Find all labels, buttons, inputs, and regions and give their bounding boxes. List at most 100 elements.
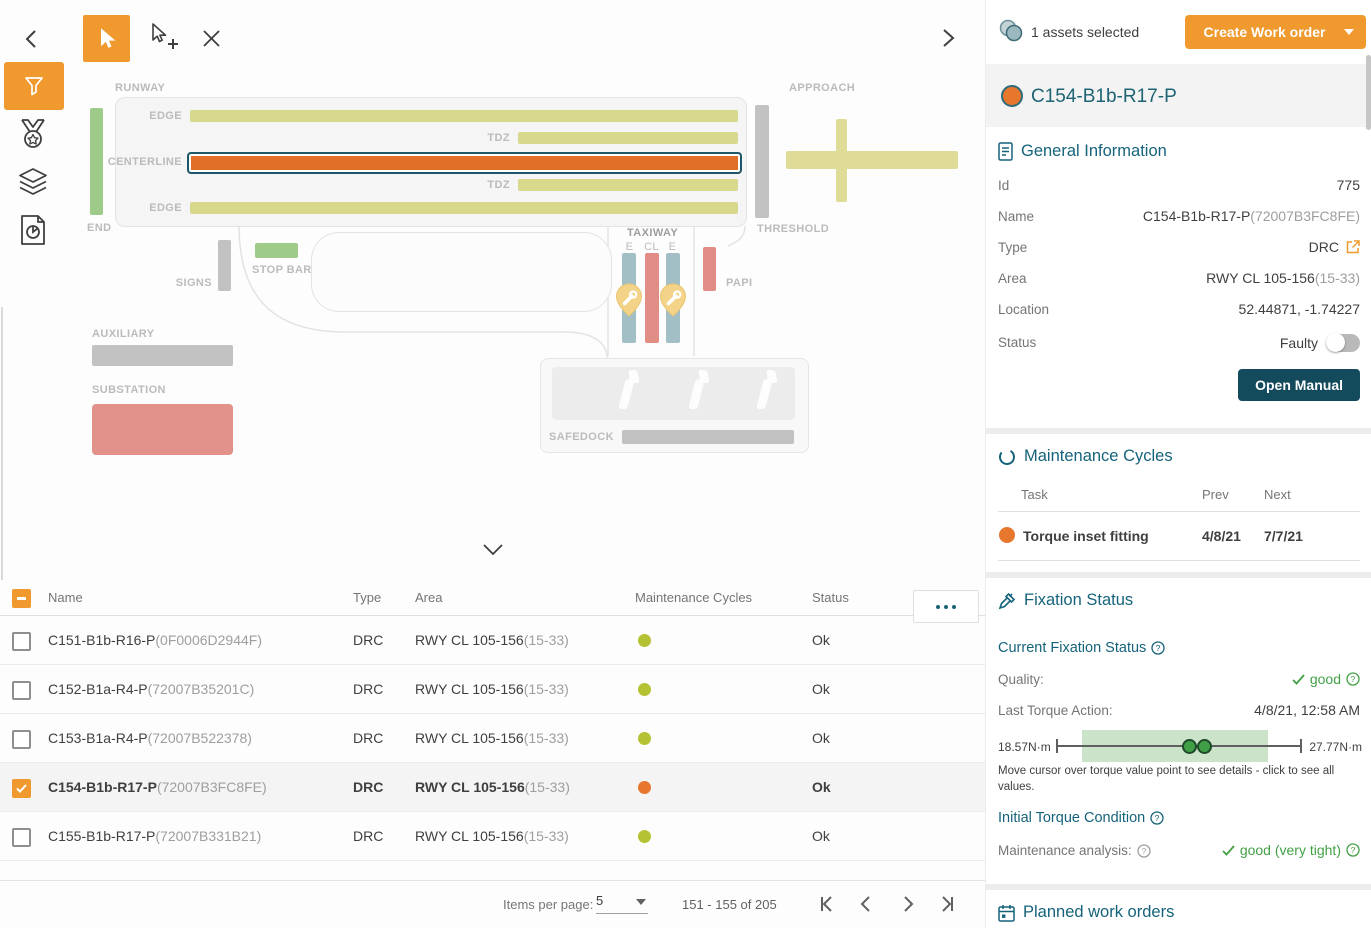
id-value: 775 bbox=[1337, 177, 1360, 193]
items-per-page-select[interactable]: 5 bbox=[596, 893, 648, 914]
help-icon[interactable]: ? bbox=[1150, 811, 1164, 825]
type-value: DRC bbox=[1309, 239, 1339, 255]
threshold-label: THRESHOLD bbox=[757, 223, 829, 235]
taxiway-col-e2-label: E bbox=[665, 241, 680, 253]
layers-tool-button[interactable] bbox=[17, 166, 49, 198]
multi-select-tool-button[interactable] bbox=[148, 22, 178, 54]
open-manual-button[interactable]: Open Manual bbox=[1238, 369, 1360, 401]
help-icon[interactable]: ? bbox=[1151, 641, 1165, 655]
filter-tool-button[interactable] bbox=[4, 62, 64, 110]
cycle-status-dot bbox=[638, 683, 651, 696]
table-row[interactable]: C151-B1b-R16-P(0F0006D2944F) DRC RWY CL … bbox=[0, 616, 985, 665]
stop-bar-asset[interactable] bbox=[255, 243, 298, 258]
badge-tool-button[interactable] bbox=[18, 118, 48, 152]
collapse-panel-button[interactable] bbox=[936, 26, 960, 50]
task-column: Task bbox=[1021, 487, 1048, 502]
asset-area: RWY CL 105-156 bbox=[415, 681, 524, 697]
runway-end-asset[interactable] bbox=[90, 108, 103, 215]
torque-point[interactable] bbox=[1197, 739, 1212, 754]
help-icon[interactable]: ? bbox=[1346, 672, 1360, 686]
col-cycles[interactable]: Maintenance Cycles bbox=[635, 590, 752, 605]
area-suffix: (15-33) bbox=[1315, 270, 1360, 286]
table-row[interactable]: C152-B1a-R4-P(72007B35201C) DRC RWY CL 1… bbox=[0, 665, 985, 714]
select-tool-button[interactable] bbox=[83, 15, 130, 62]
panel-scrollbar[interactable] bbox=[1366, 55, 1371, 130]
tdz-top-asset[interactable] bbox=[518, 132, 738, 144]
row-checkbox[interactable] bbox=[12, 730, 31, 749]
svg-text:?: ? bbox=[1156, 643, 1161, 653]
clear-selection-button[interactable] bbox=[202, 29, 221, 48]
edge-top-asset[interactable] bbox=[190, 110, 738, 122]
screw-icon bbox=[998, 592, 1016, 610]
asset-serial: (72007B3FC8FE) bbox=[157, 779, 267, 795]
caret-down-icon[interactable] bbox=[1344, 29, 1354, 35]
asset-name: C153-B1a-R4-P bbox=[48, 730, 148, 746]
status-toggle[interactable] bbox=[1326, 334, 1360, 352]
asset-status: Ok bbox=[812, 681, 830, 697]
report-tool-button[interactable] bbox=[19, 214, 47, 246]
col-type[interactable]: Type bbox=[353, 590, 381, 605]
safedock-asset[interactable] bbox=[622, 430, 794, 444]
edge-bottom-label: EDGE bbox=[104, 202, 182, 214]
check-icon bbox=[1292, 674, 1305, 685]
row-checkbox[interactable] bbox=[12, 828, 31, 847]
initial-torque-condition-link[interactable]: Initial Torque Condition ? bbox=[998, 810, 1164, 826]
approach-crossbar-asset[interactable] bbox=[786, 151, 958, 169]
asset-type: DRC bbox=[353, 632, 383, 648]
help-icon[interactable]: ? bbox=[1346, 843, 1360, 857]
table-row[interactable]: C155-B1b-R17-P(72007B331B21) DRC RWY CL … bbox=[0, 812, 985, 861]
location-value: 52.44871, -1.74227 bbox=[1239, 301, 1360, 317]
row-checkbox[interactable] bbox=[12, 681, 31, 700]
cycle-prev: 4/8/21 bbox=[1202, 528, 1241, 544]
last-page-button[interactable] bbox=[938, 894, 958, 914]
asset-area-suffix: (15-33) bbox=[524, 730, 569, 746]
help-icon[interactable]: ? bbox=[1137, 844, 1151, 858]
col-name[interactable]: Name bbox=[48, 590, 83, 605]
signs-asset[interactable] bbox=[218, 240, 231, 291]
row-checkbox[interactable] bbox=[12, 632, 31, 651]
taxiway-centerline-asset[interactable] bbox=[645, 253, 659, 343]
threshold-asset[interactable] bbox=[755, 105, 769, 218]
current-fixation-status-link[interactable]: Current Fixation Status ? bbox=[998, 640, 1165, 656]
back-button[interactable] bbox=[20, 26, 44, 50]
cycle-status-dot bbox=[638, 732, 651, 745]
last-torque-action-label: Last Torque Action: bbox=[998, 703, 1113, 718]
taxiway-col-e1-label: E bbox=[622, 241, 637, 253]
approach-stem-asset[interactable] bbox=[836, 119, 847, 202]
create-work-order-label: Create Work order bbox=[1185, 24, 1344, 40]
select-all-checkbox[interactable] bbox=[12, 589, 31, 608]
asset-type: DRC bbox=[353, 779, 383, 795]
prev-page-button[interactable] bbox=[856, 894, 876, 914]
torque-point[interactable] bbox=[1182, 739, 1197, 754]
external-link-icon[interactable] bbox=[1346, 240, 1360, 254]
table-row[interactable]: C153-B1a-R4-P(72007B522378) DRC RWY CL 1… bbox=[0, 714, 985, 763]
app-window: RUNWAY APPROACH END EDGE TDZ CENTERLINE … bbox=[0, 0, 1371, 928]
centerline-asset-selected[interactable] bbox=[187, 152, 742, 174]
substation-asset[interactable] bbox=[92, 404, 233, 455]
wrench-pin-icon[interactable] bbox=[615, 283, 643, 317]
table-row-selected[interactable]: C154-B1b-R17-P(72007B3FC8FE) DRC RWY CL … bbox=[0, 763, 985, 812]
left-scrollbar[interactable] bbox=[1, 307, 3, 615]
cycle-task[interactable]: Torque inset fitting bbox=[1023, 528, 1149, 544]
first-page-button[interactable] bbox=[816, 894, 836, 914]
edge-bottom-asset[interactable] bbox=[190, 202, 738, 214]
gate-shape bbox=[688, 379, 704, 409]
report-icon bbox=[19, 214, 47, 246]
maintenance-cycles-title: Maintenance Cycles bbox=[1024, 447, 1173, 466]
tdz-bottom-asset[interactable] bbox=[518, 179, 738, 191]
indeterminate-icon bbox=[17, 597, 26, 600]
name-value: C154-B1b-R17-P bbox=[1143, 208, 1250, 224]
cycle-status-dot bbox=[638, 830, 651, 843]
edge-top-label: EDGE bbox=[104, 110, 182, 122]
next-page-button[interactable] bbox=[898, 894, 918, 914]
wrench-pin-icon[interactable] bbox=[659, 283, 687, 317]
auxiliary-asset[interactable] bbox=[92, 345, 233, 366]
col-status[interactable]: Status bbox=[812, 590, 849, 605]
papi-asset[interactable] bbox=[703, 247, 716, 291]
table-header: Name Type Area Maintenance Cycles Status bbox=[0, 580, 985, 616]
create-work-order-button[interactable]: Create Work order bbox=[1185, 15, 1366, 49]
col-area[interactable]: Area bbox=[415, 590, 442, 605]
collapse-map-button[interactable] bbox=[482, 543, 504, 557]
row-checkbox-checked[interactable] bbox=[12, 779, 31, 798]
approach-label: APPROACH bbox=[789, 82, 855, 94]
